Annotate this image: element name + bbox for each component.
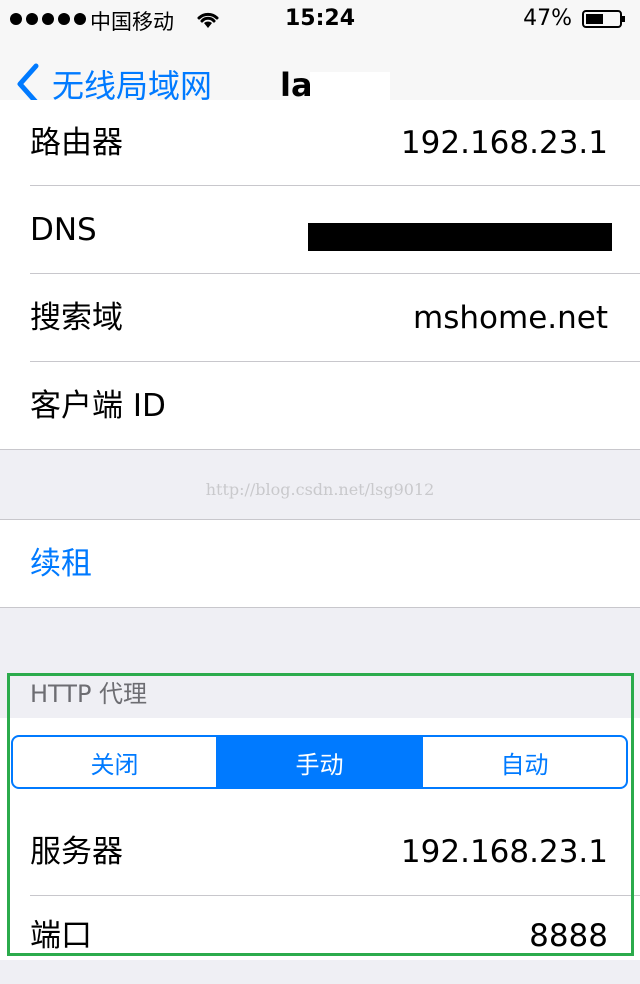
- row-proxy-server[interactable]: 服务器 192.168.23.1: [0, 808, 640, 896]
- client-id-label: 客户端 ID: [30, 388, 166, 424]
- proxy-port-value[interactable]: 8888: [529, 892, 608, 980]
- dns-label: DNS: [30, 212, 97, 248]
- row-dns: DNS: [0, 186, 640, 274]
- proxy-server-value[interactable]: 192.168.23.1: [401, 808, 608, 896]
- battery-icon: [582, 10, 625, 28]
- segment-off[interactable]: 关闭: [13, 737, 216, 787]
- battery-percentage: 47%: [523, 6, 572, 31]
- row-search-domain: 搜索域 mshome.net: [0, 274, 640, 362]
- divider: [0, 449, 640, 450]
- renew-lease-label: 续租: [30, 546, 92, 582]
- proxy-fields: 服务器 192.168.23.1 端口 8888: [0, 808, 640, 960]
- status-bar: 中国移动 15:24 47%: [0, 0, 640, 40]
- watermark-text: http://blog.csdn.net/lsg9012: [205, 480, 435, 499]
- http-proxy-header: HTTP 代理: [30, 680, 148, 708]
- search-domain-value: mshome.net: [413, 300, 608, 336]
- redacted-dns-value: [308, 223, 612, 251]
- row-client-id: 客户端 ID: [0, 362, 640, 450]
- row-proxy-port[interactable]: 端口 8888: [0, 896, 640, 984]
- divider: [0, 607, 640, 608]
- proxy-port-label: 端口: [30, 918, 92, 954]
- row-router: 路由器 192.168.23.1: [0, 100, 640, 186]
- redacted-title: [310, 72, 390, 102]
- search-domain-label: 搜索域: [30, 300, 123, 336]
- dhcp-info-group: 路由器 192.168.23.1 DNS 搜索域 mshome.net 客户端 …: [0, 100, 640, 450]
- segment-auto[interactable]: 自动: [421, 737, 626, 787]
- renew-lease-button[interactable]: 续租: [0, 520, 640, 607]
- page-title: la: [280, 66, 313, 104]
- router-value: 192.168.23.1: [400, 125, 608, 161]
- router-label: 路由器: [30, 125, 123, 161]
- proxy-mode-segmented-control[interactable]: 关闭 手动 自动: [11, 735, 628, 789]
- segment-manual[interactable]: 手动: [216, 737, 421, 787]
- proxy-server-label: 服务器: [30, 834, 123, 870]
